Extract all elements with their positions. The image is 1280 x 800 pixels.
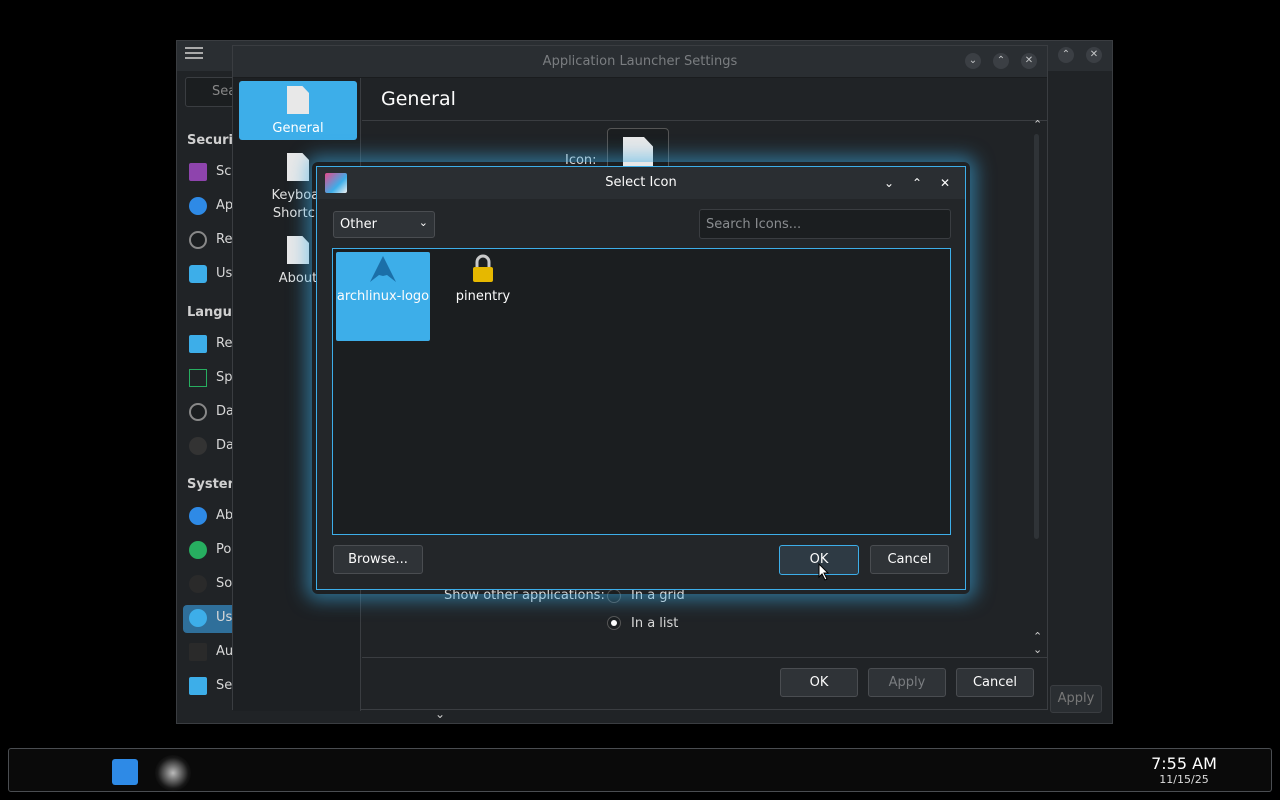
document-icon xyxy=(287,153,309,181)
window-title: Application Launcher Settings xyxy=(542,54,738,69)
close-icon[interactable]: ✕ xyxy=(937,175,953,191)
keyboard-icon xyxy=(189,677,207,695)
discover-store-icon[interactable] xyxy=(112,759,138,785)
radio-in-list[interactable] xyxy=(607,616,621,630)
users-icon xyxy=(189,609,207,627)
icon-item-archlinux-logo[interactable]: archlinux-logo xyxy=(336,252,430,341)
disk-icon xyxy=(189,437,207,455)
chat-icon xyxy=(189,265,207,283)
system-settings-apply-button[interactable]: Apply xyxy=(1050,685,1102,713)
icon-grid[interactable]: archlinux-logo pinentry xyxy=(332,248,951,535)
scroll-down-icon[interactable]: ⌄ xyxy=(1033,643,1042,656)
clock-time[interactable]: 7:55 AM xyxy=(1139,754,1229,773)
sidebar-item-general[interactable]: General xyxy=(239,81,357,140)
dialog-titlebar: Select Icon ⌄ ⌃ ✕ xyxy=(317,167,965,199)
maximize-icon[interactable]: ⌃ xyxy=(993,53,1009,69)
scroll-up-icon[interactable]: ⌃ xyxy=(1033,630,1042,643)
divider xyxy=(362,657,1048,658)
lock-icon xyxy=(473,254,493,282)
browse-button[interactable]: Browse... xyxy=(333,545,423,574)
mouse-cursor-icon xyxy=(818,563,830,581)
spell-icon xyxy=(189,369,207,387)
launcher-settings-titlebar: Application Launcher Settings ⌄ ⌃ ✕ xyxy=(233,46,1047,78)
dialog-title: Select Icon xyxy=(605,175,677,190)
maximize-icon[interactable]: ⌃ xyxy=(909,175,925,191)
clock-date[interactable]: 11/15/25 xyxy=(1139,773,1229,786)
hamburger-menu-icon[interactable] xyxy=(185,47,203,61)
chevron-down-icon[interactable]: ⌄ xyxy=(881,175,897,191)
screen-lock-icon xyxy=(189,163,207,181)
divider xyxy=(362,120,1048,121)
close-icon[interactable]: ✕ xyxy=(1086,47,1102,63)
chevron-down-icon[interactable]: ⌄ xyxy=(965,53,981,69)
shield-icon xyxy=(189,197,207,215)
document-icon xyxy=(287,236,309,264)
software-icon xyxy=(189,575,207,593)
radio-in-list-label: In a list xyxy=(631,616,679,631)
chevron-down-icon: ⌄ xyxy=(418,216,428,229)
ok-button[interactable]: OK xyxy=(780,668,858,697)
document-icon xyxy=(287,86,309,114)
minimize-icon[interactable]: ⌃ xyxy=(1058,47,1074,63)
clock-icon xyxy=(189,231,207,249)
scrollbar[interactable]: ⌃ ⌃ ⌄ xyxy=(1033,118,1042,658)
power-icon xyxy=(189,541,207,559)
scrollbar-track[interactable] xyxy=(1034,134,1039,539)
scroll-up-icon[interactable]: ⌃ xyxy=(1033,118,1042,131)
icon-item-pinentry[interactable]: pinentry xyxy=(436,252,530,341)
archlinux-logo-icon xyxy=(370,256,396,282)
close-icon[interactable]: ✕ xyxy=(1021,53,1037,69)
icon-search-input[interactable]: Search Icons... xyxy=(699,209,951,239)
clock-icon xyxy=(189,403,207,421)
icon-category-select[interactable]: Other ⌄ xyxy=(333,211,435,238)
cancel-button[interactable]: Cancel xyxy=(956,668,1034,697)
apply-button[interactable]: Apply xyxy=(868,668,946,697)
page-title: General xyxy=(381,88,456,110)
monitor-icon xyxy=(189,335,207,353)
select-icon-dialog: Select Icon ⌄ ⌃ ✕ Other ⌄ Search Icons..… xyxy=(316,166,966,590)
info-icon xyxy=(189,507,207,525)
taskbar: 7:55 AM 11/15/25 xyxy=(8,748,1272,792)
autostart-icon xyxy=(189,643,207,661)
cancel-button[interactable]: Cancel xyxy=(870,545,949,574)
task-manager-icon[interactable] xyxy=(155,755,191,791)
